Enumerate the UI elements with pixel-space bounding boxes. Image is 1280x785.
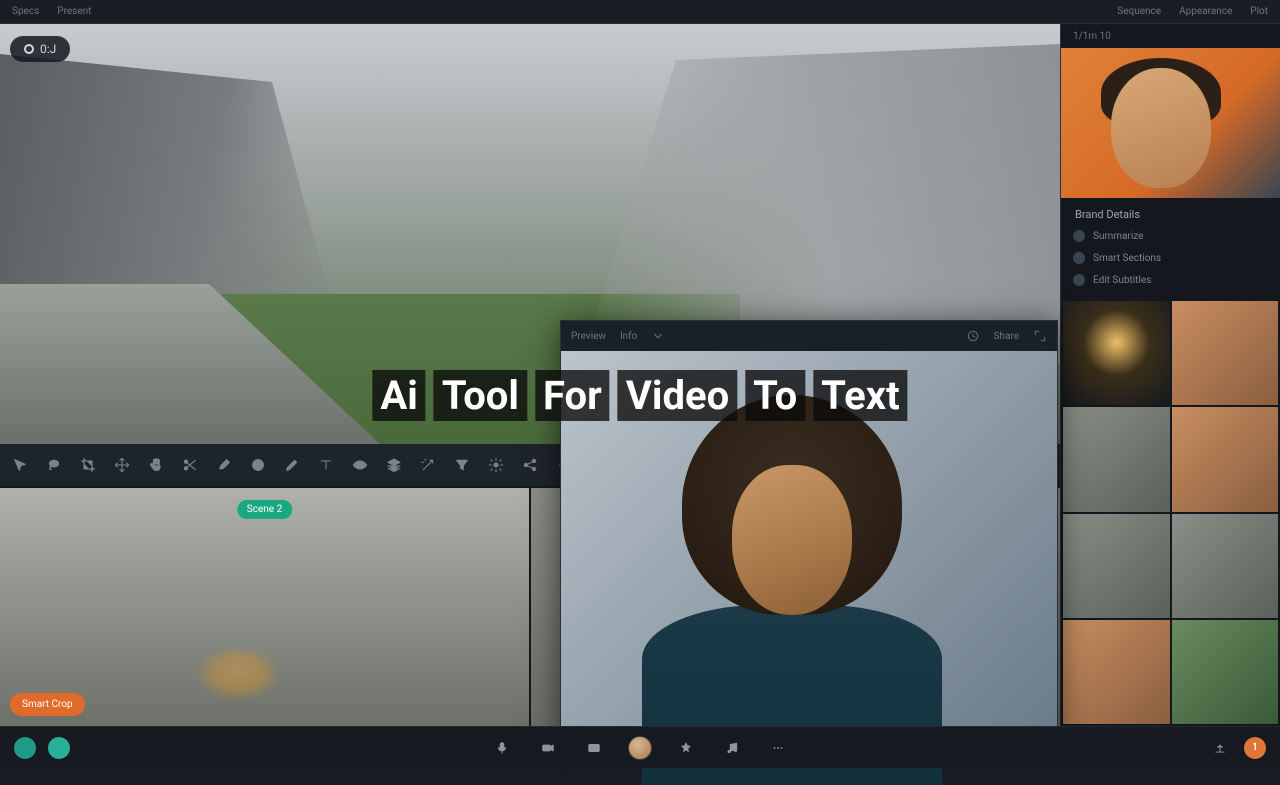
tool-hand[interactable]	[146, 455, 166, 475]
tool-gear[interactable]	[486, 455, 506, 475]
timecode-pill[interactable]: 0:J	[10, 36, 70, 62]
grid-thumb[interactable]	[1063, 514, 1170, 618]
smart-crop-chip[interactable]: Smart Crop	[10, 693, 85, 716]
bullet-icon	[1073, 252, 1085, 264]
clip-1[interactable]: Scene 2 Smart Crop	[0, 488, 529, 726]
bullet-icon	[1073, 230, 1085, 242]
headline-word: To	[745, 370, 805, 421]
expand-icon[interactable]	[1033, 329, 1047, 343]
grid-thumb[interactable]	[1172, 514, 1279, 618]
sidebar-info-row: 1/1m 10	[1061, 24, 1280, 48]
bullet-icon	[1073, 274, 1085, 286]
tool-share[interactable]	[520, 455, 540, 475]
tool-eye[interactable]	[350, 455, 370, 475]
headline-word: Video	[618, 370, 737, 421]
portrait-placeholder	[622, 385, 962, 745]
dock-left-chip-2[interactable]	[48, 737, 70, 759]
headline-word: Text	[813, 370, 907, 421]
chevron-down-icon[interactable]	[651, 329, 665, 343]
sidebar-item-label: Summarize	[1093, 231, 1143, 242]
dock-music-icon[interactable]	[720, 736, 744, 760]
top-nav: Specs Present Sequence Appearance Plot	[0, 0, 1280, 24]
subwin-tab-share[interactable]: Share	[994, 331, 1019, 342]
bottom-dock: 1	[0, 726, 1280, 768]
sidebar-item-label: Smart Sections	[1093, 253, 1161, 264]
dock-upload-icon[interactable]	[1208, 736, 1232, 760]
tool-text[interactable]	[316, 455, 336, 475]
dock-effects-icon[interactable]	[674, 736, 698, 760]
sidebar-item-label: Edit Subtitles	[1093, 275, 1151, 286]
tool-mask[interactable]	[248, 455, 268, 475]
tool-crop[interactable]	[78, 455, 98, 475]
timecode-value: 0:J	[40, 42, 56, 56]
headline-overlay: Ai Tool For Video To Text	[372, 370, 907, 421]
grid-thumb[interactable]	[1172, 620, 1279, 724]
nav-item-specs[interactable]: Specs	[12, 6, 39, 17]
record-icon	[24, 44, 34, 54]
tool-brush[interactable]	[214, 455, 234, 475]
tool-lasso[interactable]	[44, 455, 64, 475]
clip-scene-tag[interactable]: Scene 2	[237, 500, 292, 519]
sidebar-hero-thumb[interactable]	[1061, 48, 1280, 198]
nav-item-plot[interactable]: Plot	[1250, 6, 1268, 17]
dock-camera-icon[interactable]	[536, 736, 560, 760]
subwin-tab-info[interactable]: Info	[620, 331, 637, 342]
grid-thumb[interactable]	[1172, 301, 1279, 405]
clock-icon[interactable]	[966, 329, 980, 343]
tool-pen[interactable]	[282, 455, 302, 475]
dock-left-chip-1[interactable]	[14, 737, 36, 759]
nav-item-present[interactable]: Present	[57, 6, 91, 17]
sidebar-item-edit-subtitles[interactable]: Edit Subtitles	[1073, 269, 1268, 291]
tool-filter[interactable]	[452, 455, 472, 475]
sidebar-item-smart-sections[interactable]: Smart Sections	[1073, 247, 1268, 269]
dock-avatar[interactable]	[628, 736, 652, 760]
grid-thumb[interactable]	[1063, 620, 1170, 724]
dock-more-icon[interactable]	[766, 736, 790, 760]
grid-thumb[interactable]	[1063, 301, 1170, 405]
sidebar-list: Summarize Smart Sections Edit Subtitles	[1061, 225, 1280, 299]
grid-thumb[interactable]	[1172, 407, 1279, 511]
tool-scissors[interactable]	[180, 455, 200, 475]
sidebar-thumb-grid	[1061, 299, 1280, 726]
dock-notification-badge[interactable]: 1	[1244, 737, 1266, 759]
dock-mic-icon[interactable]	[490, 736, 514, 760]
sidebar-section-title: Brand Details	[1061, 198, 1280, 225]
tool-pointer[interactable]	[10, 455, 30, 475]
headline-word: For	[535, 370, 610, 421]
nav-item-appearance[interactable]: Appearance	[1179, 6, 1232, 17]
viewer-mini-thumb[interactable]	[1002, 62, 1048, 108]
headline-word: Ai	[372, 370, 425, 421]
nav-item-sequence[interactable]: Sequence	[1117, 6, 1161, 17]
subwin-tab-preview[interactable]: Preview	[571, 331, 606, 342]
tool-wand[interactable]	[418, 455, 438, 475]
right-sidebar: 1/1m 10 Brand Details Summarize Smart Se…	[1060, 24, 1280, 726]
sidebar-info-text: 1/1m 10	[1073, 31, 1111, 42]
dock-captions-icon[interactable]	[582, 736, 606, 760]
headline-word: Tool	[434, 370, 527, 421]
subwin-toolbar: Preview Info Share	[561, 321, 1057, 351]
sidebar-item-summarize[interactable]: Summarize	[1073, 225, 1268, 247]
grid-thumb[interactable]	[1063, 407, 1170, 511]
tool-move[interactable]	[112, 455, 132, 475]
tool-layers[interactable]	[384, 455, 404, 475]
